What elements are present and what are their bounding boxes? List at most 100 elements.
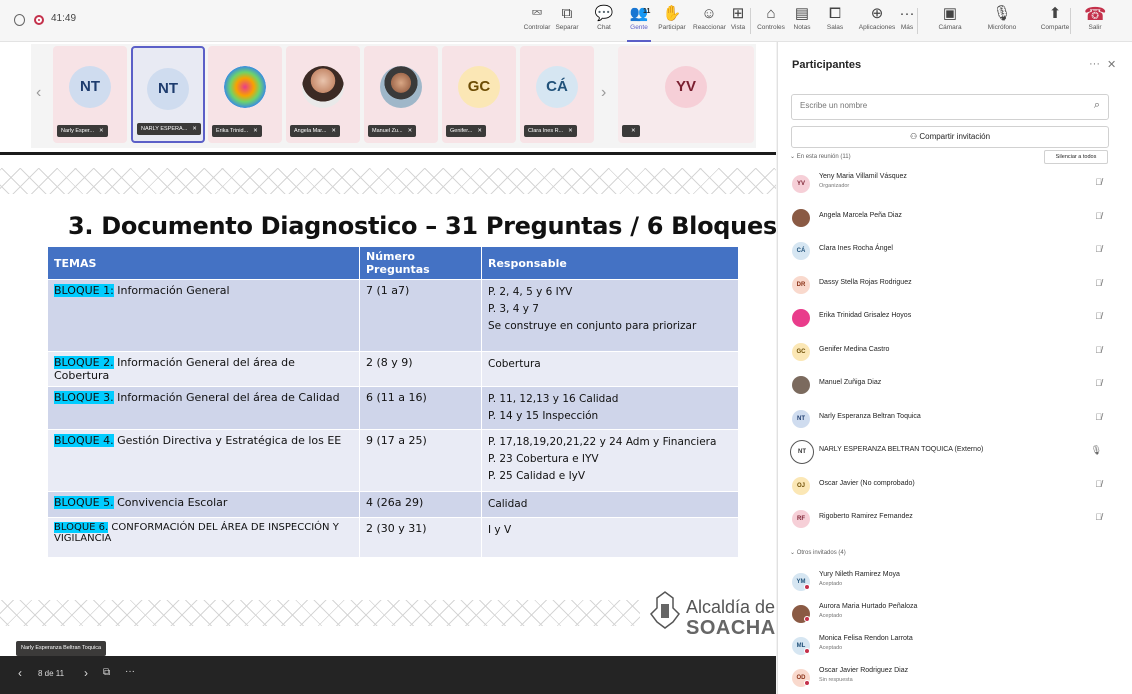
participants-panel: Participantes ··· ✕ ⌕ ⚇ Compartir invita… — [777, 42, 1132, 694]
others-section[interactable]: ⌄ Otros invitados (4) — [790, 549, 846, 556]
participant-row[interactable]: YV Yeny Maria Villamil Vásquez Organizador… — [790, 170, 1110, 200]
topic-text: Información General del área de Calidad — [113, 391, 340, 404]
participant-name: Yury Nileth Ramirez Moya — [819, 571, 900, 578]
share-invite-button[interactable]: ⚇ Compartir invitación — [791, 126, 1109, 148]
avatar: OJ — [792, 476, 810, 495]
mic-off-icon[interactable]: 🎙̸ — [1095, 244, 1102, 254]
video-tile[interactable]: CÁ Clara Ines R... ✕ — [520, 46, 594, 143]
video-tile[interactable]: YV ✕ — [618, 46, 754, 143]
grid-icon: ⊞ — [731, 5, 745, 22]
status-dot — [804, 648, 810, 654]
mic-off-icon[interactable]: 🎙̸ — [1095, 177, 1102, 187]
in-meeting-section[interactable]: ⌄ En esta reunión (11) — [790, 153, 851, 160]
toolbar-label: Micrófono — [987, 24, 1017, 31]
topics-table: TEMAS Número Preguntas Responsable BLOQU… — [47, 246, 739, 558]
video-tile[interactable]: Manuel Zu... ✕ — [364, 46, 438, 143]
mic-off-icon: ✕ — [331, 128, 337, 134]
participant-row[interactable]: DR Dassy Stella Rojas Rodriguez 🎙̸ — [790, 271, 1110, 301]
toolbar-label: Vista — [730, 24, 746, 31]
video-tile[interactable]: NT NARLY ESPERA... ✕ — [131, 46, 205, 143]
participant-row[interactable]: Erika Trinidad Grisalez Hoyos 🎙̸ — [790, 304, 1110, 334]
chat-button[interactable]: 💬 Chat — [593, 4, 615, 38]
notas-button[interactable]: ▤ Notas — [789, 4, 815, 38]
video-tile[interactable]: Angela Mar... ✕ — [286, 46, 360, 143]
mic-off-icon[interactable]: 🎙̸ — [1095, 211, 1102, 221]
panel-title: Participantes — [792, 59, 862, 71]
participant-row[interactable]: CÁ Clara Ines Rocha Ángel 🎙̸ — [790, 237, 1110, 267]
avatar: GC — [458, 66, 500, 108]
aplicaciones-button[interactable]: ⊕ Aplicaciones — [858, 4, 896, 38]
participant-row[interactable]: OJ Oscar Javier (No comprobado) 🎙̸ — [790, 472, 1110, 502]
more-icon[interactable]: ··· — [125, 666, 135, 677]
mic-off-icon: ✕ — [192, 126, 197, 132]
participant-search[interactable]: ⌕ — [791, 94, 1109, 120]
chevron-right-icon[interactable]: › — [84, 666, 88, 680]
participant-row[interactable]: Manuel Zuñiga Diaz 🎙̸ — [790, 371, 1110, 401]
responsible-cell: I y V — [481, 517, 739, 558]
toolbar-label: Controles — [757, 24, 785, 31]
mas-button[interactable]: ··· Más — [897, 4, 917, 38]
participant-name: Oscar Javier Rodriguez Diaz — [819, 667, 909, 674]
mic-off-icon[interactable]: 🎙̸ — [1095, 479, 1102, 489]
mic-off-icon[interactable]: 🎙̸ — [1095, 412, 1102, 422]
mic-off-icon: ✕ — [253, 128, 258, 134]
video-tile[interactable]: NT Narly Esper... ✕ — [53, 46, 127, 143]
participant-row[interactable]: OD Oscar Javier Rodriguez Diaz Sin respues… — [790, 664, 1110, 694]
microfono-button[interactable]: 🎙 Micrófono — [984, 4, 1020, 38]
participant-name: NARLY ESPERANZA BELTRAN TOQUICA (Externo… — [819, 446, 984, 453]
mic-off-icon[interactable]: 🎙̸ — [1095, 378, 1102, 388]
video-tile[interactable]: Erika Trinid... ✕ — [208, 46, 282, 143]
responsible-line: Cobertura — [488, 358, 541, 370]
tile-name: Manuel Zu... — [372, 128, 403, 134]
camara-button[interactable]: ▣ Cámara — [937, 4, 963, 38]
participant-row[interactable]: NT Narly Esperanza Beltran Toquica 🎙̸ — [790, 405, 1110, 435]
toolbar-label: Cámara — [938, 24, 962, 31]
chevron-left-icon[interactable]: ‹ — [18, 666, 22, 680]
participant-row[interactable]: Angela Marcela Peña Diaz 🎙̸ — [790, 204, 1110, 234]
chevron-right-icon[interactable]: › — [601, 84, 606, 102]
search-input[interactable] — [800, 101, 1080, 110]
separar-button[interactable]: ⧉ Separar — [553, 4, 581, 38]
avatar: NT — [790, 440, 814, 464]
participant-row[interactable]: Aurora Maria Hurtado Peñaloza Aceptado — [790, 600, 1110, 630]
controlar-button[interactable]: ⮹ Controlar — [523, 4, 551, 38]
logo-text-soacha: SOACHA — [686, 617, 776, 639]
vista-button[interactable]: ⊞ Vista — [725, 4, 751, 38]
responsible-line: P. 11, 12,13 y 16 Calidad — [488, 393, 619, 405]
topic-cell: BLOQUE 1: Información General — [47, 279, 360, 352]
responsible-line: P. 2, 4, 5 y 6 IYV — [488, 286, 573, 298]
more-icon[interactable]: ··· — [1089, 58, 1100, 70]
tile-name: Angela Mar... — [294, 128, 327, 134]
mic-off-icon[interactable]: 🎙̸ — [1095, 311, 1102, 321]
meeting-toolbar: 41:49 ⮹ Controlar ⧉ Separar 💬 Chat 👥 11 Gente ✋ Pa… — [0, 0, 1132, 42]
slides-icon[interactable]: ⧉ — [103, 667, 110, 678]
participant-row[interactable]: NT NARLY ESPERANZA BELTRAN TOQUICA (Exter… — [790, 438, 1110, 468]
salir-button[interactable]: ☎ Salir — [1084, 4, 1106, 38]
participant-row[interactable]: ML Monica Felisa Rendon Larrota Aceptado — [790, 632, 1110, 662]
table-header-row: TEMAS Número Preguntas Responsable — [47, 246, 739, 280]
mute-all-button[interactable]: Silenciar a todos — [1044, 150, 1108, 164]
mic-off-icon[interactable]: 🎙̸ — [1095, 512, 1102, 522]
compartir-button[interactable]: ⬆ Comparte — [1037, 4, 1073, 38]
column-header: TEMAS — [47, 246, 360, 280]
participant-status: Organizador — [819, 183, 850, 189]
avatar: NT — [69, 66, 111, 108]
controles-button[interactable]: ⌂ Controles — [757, 4, 785, 38]
page-indicator: 8 de 11 — [38, 669, 65, 678]
mic-off-icon[interactable]: 🎙̸ — [1095, 345, 1102, 355]
mic-off-icon[interactable]: 🎙̸ — [1095, 278, 1102, 288]
close-icon[interactable]: ✕ — [1107, 58, 1116, 71]
participant-row[interactable]: RF Rigoberto Ramirez Fernandez 🎙̸ — [790, 505, 1110, 535]
reaccionar-button[interactable]: ☺ Reaccionar — [693, 4, 726, 38]
participant-row[interactable]: YM Yury Nileth Ramirez Moya Aceptado — [790, 568, 1110, 598]
questions-cell: 9 (17 a 25) — [359, 429, 482, 492]
topic-cell: BLOQUE 6. CONFORMACIÓN DEL ÁREA DE INSPE… — [47, 517, 360, 558]
video-tile[interactable]: GC Genifer... ✕ — [442, 46, 516, 143]
topic-text: Gestión Directiva y Estratégica de los E… — [113, 434, 342, 447]
gente-button[interactable]: 👥 11 Gente — [624, 4, 654, 42]
participant-row[interactable]: GC Genifer Medina Castro 🎙̸ — [790, 338, 1110, 368]
participar-button[interactable]: ✋ Participar — [657, 4, 687, 38]
chevron-left-icon[interactable]: ‹ — [36, 84, 41, 102]
salas-button[interactable]: ⧠ Salas — [822, 4, 848, 38]
mic-on-icon[interactable]: 🎙 — [1091, 445, 1102, 456]
